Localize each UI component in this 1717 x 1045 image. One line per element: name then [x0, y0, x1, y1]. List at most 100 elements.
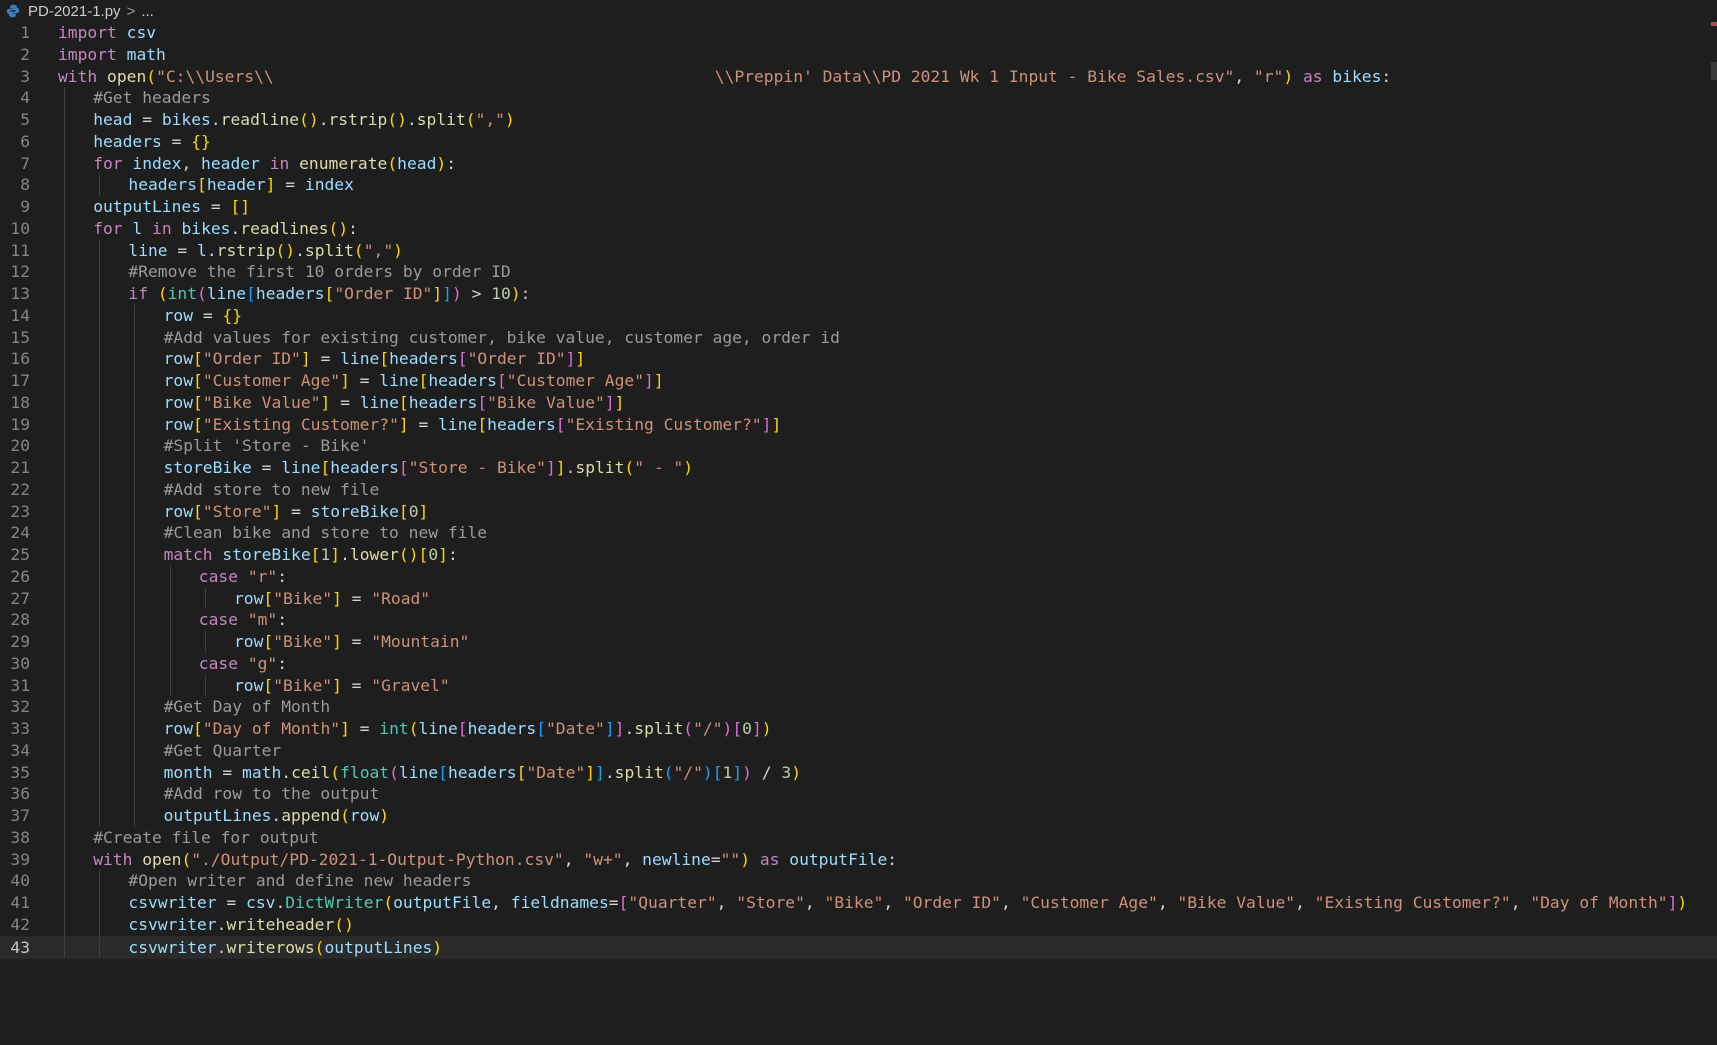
code-text: row["Order ID"] = line[headers["Order ID…	[164, 348, 586, 370]
code-line[interactable]: 7 for index, header in enumerate(head):	[0, 152, 1717, 175]
code-line[interactable]: 5 head = bikes.readline().rstrip().split(…	[0, 109, 1717, 131]
code-line[interactable]: 40 #Open writer and define new headers	[0, 870, 1717, 892]
code-text: month = math.ceil(float(line[headers["Da…	[164, 762, 801, 784]
code-line[interactable]: 32 #Get Day of Month	[0, 696, 1717, 718]
code-line[interactable]: 25 match storeBike[1].lower()[0]:	[0, 544, 1717, 566]
code-token: 0	[408, 501, 419, 521]
code-token: headers	[408, 392, 478, 412]
code-line[interactable]: 11 line = l.rstrip().split(",")	[0, 239, 1717, 262]
code-token: ]	[604, 719, 615, 738]
indent-guide	[134, 326, 136, 349]
indent-guide	[134, 805, 136, 827]
code-line[interactable]: 10 for l in bikes.readlines():	[0, 217, 1717, 240]
code-line[interactable]: 23 row["Store"] = storeBike[0]	[0, 500, 1717, 523]
code-line[interactable]: 31 row["Bike"] = "Gravel"	[0, 674, 1717, 697]
code-line[interactable]: 17 row["Customer Age"] = line[headers["Cu…	[0, 370, 1717, 392]
code-token: :	[446, 153, 456, 173]
code-line[interactable]: 38 #Create file for output	[0, 826, 1717, 849]
code-token: )	[791, 762, 802, 782]
indent-guide	[99, 261, 101, 283]
code-token: "g"	[247, 653, 278, 673]
code-line[interactable]: 30 case "g":	[0, 652, 1717, 675]
code-line[interactable]: 1 import csv	[0, 22, 1717, 44]
code-editor[interactable]: 1 import csv 2 import math 3 with open("C:\\U…	[0, 22, 1717, 1045]
code-token: #Split 'Store - Bike'	[163, 436, 370, 456]
code-token: =	[349, 371, 380, 390]
code-line[interactable]: 9 outputLines = []	[0, 196, 1717, 218]
code-token: )	[761, 719, 772, 738]
code-line[interactable]: 37 outputLines.append(row)	[0, 805, 1717, 827]
code-line[interactable]: 4 #Get headers	[0, 87, 1717, 109]
code-line[interactable]: 6 headers = {}	[0, 130, 1717, 153]
code-token: csvwriter	[128, 937, 217, 957]
code-text: #Remove the first 10 orders by order ID	[128, 261, 510, 283]
code-token: ""	[720, 849, 741, 869]
code-line[interactable]: 33 row["Day of Month"] = int(line[headers…	[0, 718, 1717, 740]
code-token: [	[263, 675, 274, 695]
code-token: ]	[432, 284, 443, 303]
code-line[interactable]: 41 csvwriter = csv.DictWriter(outputFile,…	[0, 892, 1717, 914]
code-token: [	[477, 414, 488, 434]
code-token: "Bike Value"	[1177, 893, 1296, 912]
code-text: with open("C:\\Users\\ \\Preppin' Data\\…	[58, 66, 1391, 88]
code-line[interactable]: 16 row["Order ID"] = line[headers["Order …	[0, 348, 1717, 370]
code-token: ]	[575, 349, 586, 369]
code-token: l	[197, 240, 207, 260]
code-token: fieldnames	[510, 893, 609, 912]
code-token: ,	[491, 893, 511, 912]
code-line[interactable]: 15 #Add values for existing customer, bik…	[0, 326, 1717, 349]
indent-guide	[134, 674, 136, 697]
code-line[interactable]: 34 #Get Quarter	[0, 739, 1717, 762]
breadcrumb-file[interactable]: PD-2021-1.py	[28, 3, 121, 20]
code-token: =	[167, 240, 198, 260]
code-token: ]	[340, 719, 350, 738]
code-token: csv	[246, 893, 276, 912]
code-token: index	[304, 175, 354, 195]
code-line[interactable]: 19 row["Existing Customer?"] = line[heade…	[0, 413, 1717, 436]
code-line[interactable]: 36 #Add row to the output	[0, 783, 1717, 805]
code-token: (	[624, 458, 635, 477]
code-token: ","	[475, 110, 505, 129]
indent-guide	[134, 370, 136, 392]
code-line[interactable]: 12 #Remove the first 10 orders by order I…	[0, 261, 1717, 283]
code-text: #Get Quarter	[164, 740, 282, 762]
code-line[interactable]: 3 with open("C:\\Users\\ \\Preppin' Data\…	[0, 66, 1717, 88]
code-text: #Get headers	[93, 87, 211, 109]
indent-guide	[64, 217, 65, 240]
code-line[interactable]: 43 csvwriter.writerows(outputLines)	[0, 935, 1717, 960]
code-line[interactable]: 27 row["Bike"] = "Road"	[0, 587, 1717, 610]
code-line[interactable]: 42 csvwriter.writeheader()	[0, 913, 1717, 936]
code-token: (	[389, 762, 399, 782]
code-line[interactable]: 24 #Clean bike and store to new file	[0, 522, 1717, 544]
code-line[interactable]: 2 import math	[0, 44, 1717, 66]
code-token: ,	[1234, 66, 1254, 86]
code-token: (	[353, 240, 364, 260]
code-line[interactable]: 39 with open("./Output/PD-2021-1-Output-P…	[0, 848, 1717, 871]
code-line[interactable]: 28 case "m":	[0, 609, 1717, 631]
code-line[interactable]: 26 case "r":	[0, 565, 1717, 588]
code-line[interactable]: 22 #Add store to new file	[0, 478, 1717, 501]
code-token: #Add values for existing customer, bike …	[163, 327, 840, 347]
code-line[interactable]: 20 #Split 'Store - Bike'	[0, 435, 1717, 457]
code-line[interactable]: 14 row = {}	[0, 304, 1717, 327]
code-line[interactable]: 18 row["Bike Value"] = line[headers["Bike…	[0, 391, 1717, 414]
code-line[interactable]: 35 month = math.ceil(float(line[headers["…	[0, 761, 1717, 784]
code-token: (	[146, 66, 157, 86]
code-token: readlines	[240, 218, 329, 238]
code-line[interactable]: 29 row["Bike"] = "Mountain"	[0, 631, 1717, 653]
code-token: bikes	[1332, 66, 1382, 86]
code-token: [	[398, 458, 409, 477]
code-line[interactable]: 8 headers[header] = index	[0, 174, 1717, 196]
code-token: l	[132, 218, 143, 238]
indent-guide	[64, 739, 65, 762]
code-line[interactable]: 13 if (int(line[headers["Order ID"]]) > 1…	[0, 283, 1717, 305]
code-token: split	[416, 110, 466, 129]
code-token: "/"	[673, 762, 703, 782]
code-token: csvwriter	[128, 914, 217, 934]
breadcrumb-more[interactable]: ...	[141, 3, 154, 20]
code-token: )	[436, 153, 447, 173]
code-token: ]	[751, 719, 762, 738]
code-line[interactable]: 21 storeBike = line[headers["Store - Bike…	[0, 457, 1717, 479]
